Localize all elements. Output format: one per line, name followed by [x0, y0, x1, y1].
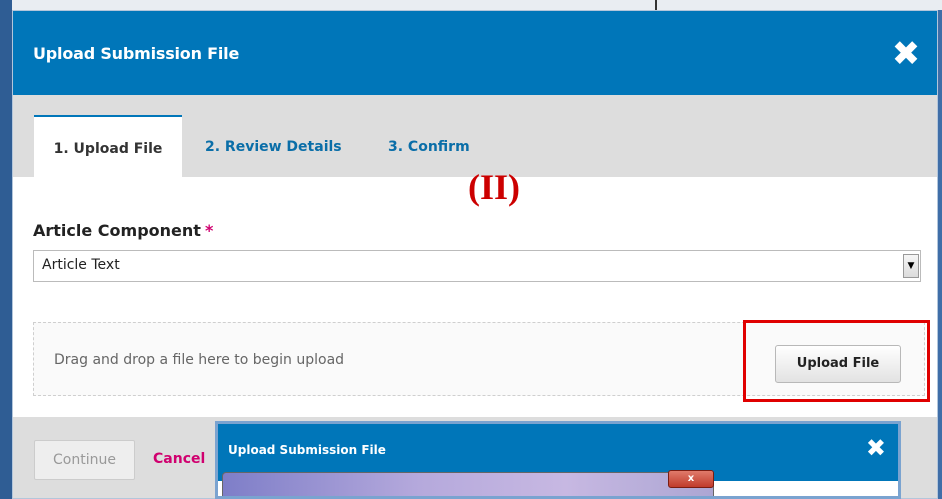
close-icon[interactable]: ✖ — [866, 436, 886, 460]
field-label-text: Article Component — [33, 221, 201, 240]
article-component-select[interactable]: Article Text ▼ — [33, 250, 921, 282]
tab-bar: 1. Upload File 2. Review Details 3. Conf… — [13, 95, 937, 177]
required-marker: * — [204, 221, 214, 240]
step-annotation-label: (II) — [468, 167, 520, 207]
inset-modal-title: Upload Submission File — [228, 443, 386, 457]
close-icon[interactable]: ✖ — [891, 37, 921, 71]
background-left-strip — [0, 0, 12, 499]
article-component-label: Article Component * — [33, 221, 213, 240]
chevron-down-icon[interactable]: ▼ — [903, 254, 919, 278]
modal-title: Upload Submission File — [33, 44, 240, 63]
modal-header: Upload Submission File ✖ — [13, 11, 937, 95]
cancel-link[interactable]: Cancel — [153, 451, 205, 467]
tab-upload-file[interactable]: 1. Upload File — [34, 115, 182, 177]
select-value: Article Text — [42, 257, 120, 273]
inset-screenshot-modal: Upload Submission File ✖ x — [215, 421, 901, 499]
dropzone-text: Drag and drop a file here to begin uploa… — [54, 352, 345, 368]
background-divider — [655, 0, 657, 10]
continue-button[interactable]: Continue — [34, 440, 135, 480]
tab-confirm[interactable]: 3. Confirm — [388, 115, 470, 177]
background-window-strip — [0, 0, 942, 10]
tab-review-details[interactable]: 2. Review Details — [205, 115, 342, 177]
window-close-button[interactable]: x — [668, 470, 714, 488]
highlight-annotation-box — [743, 320, 930, 402]
inset-file-dialog-titlebar: x — [222, 470, 714, 496]
